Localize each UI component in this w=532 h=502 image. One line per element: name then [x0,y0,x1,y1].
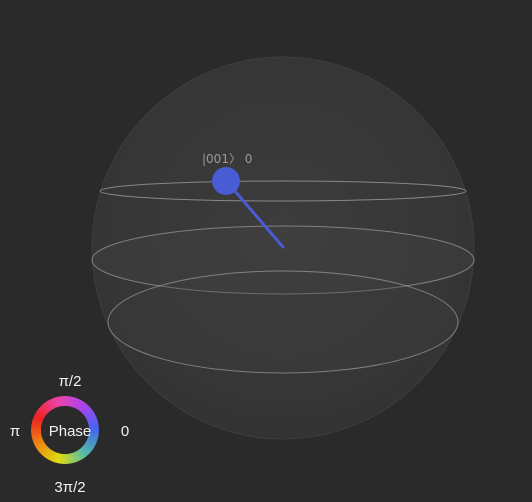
phase-label-bottom: 3π/2 [54,479,85,496]
phase-label-left: π [10,423,20,440]
phase-wheel-title: Phase [49,423,92,440]
bloch-sphere-canvas[interactable]: |001〉 0 Phase π/2 π 0 3π/2 [0,0,532,502]
latitude-ring-lower [107,270,459,374]
state-label: |001〉 0 [202,152,252,166]
state-vector-icon[interactable] [212,167,240,195]
phase-label-top: π/2 [59,373,82,390]
phase-label-right: 0 [121,423,129,440]
phase-wheel: Phase π/2 π 0 3π/2 [10,373,129,496]
